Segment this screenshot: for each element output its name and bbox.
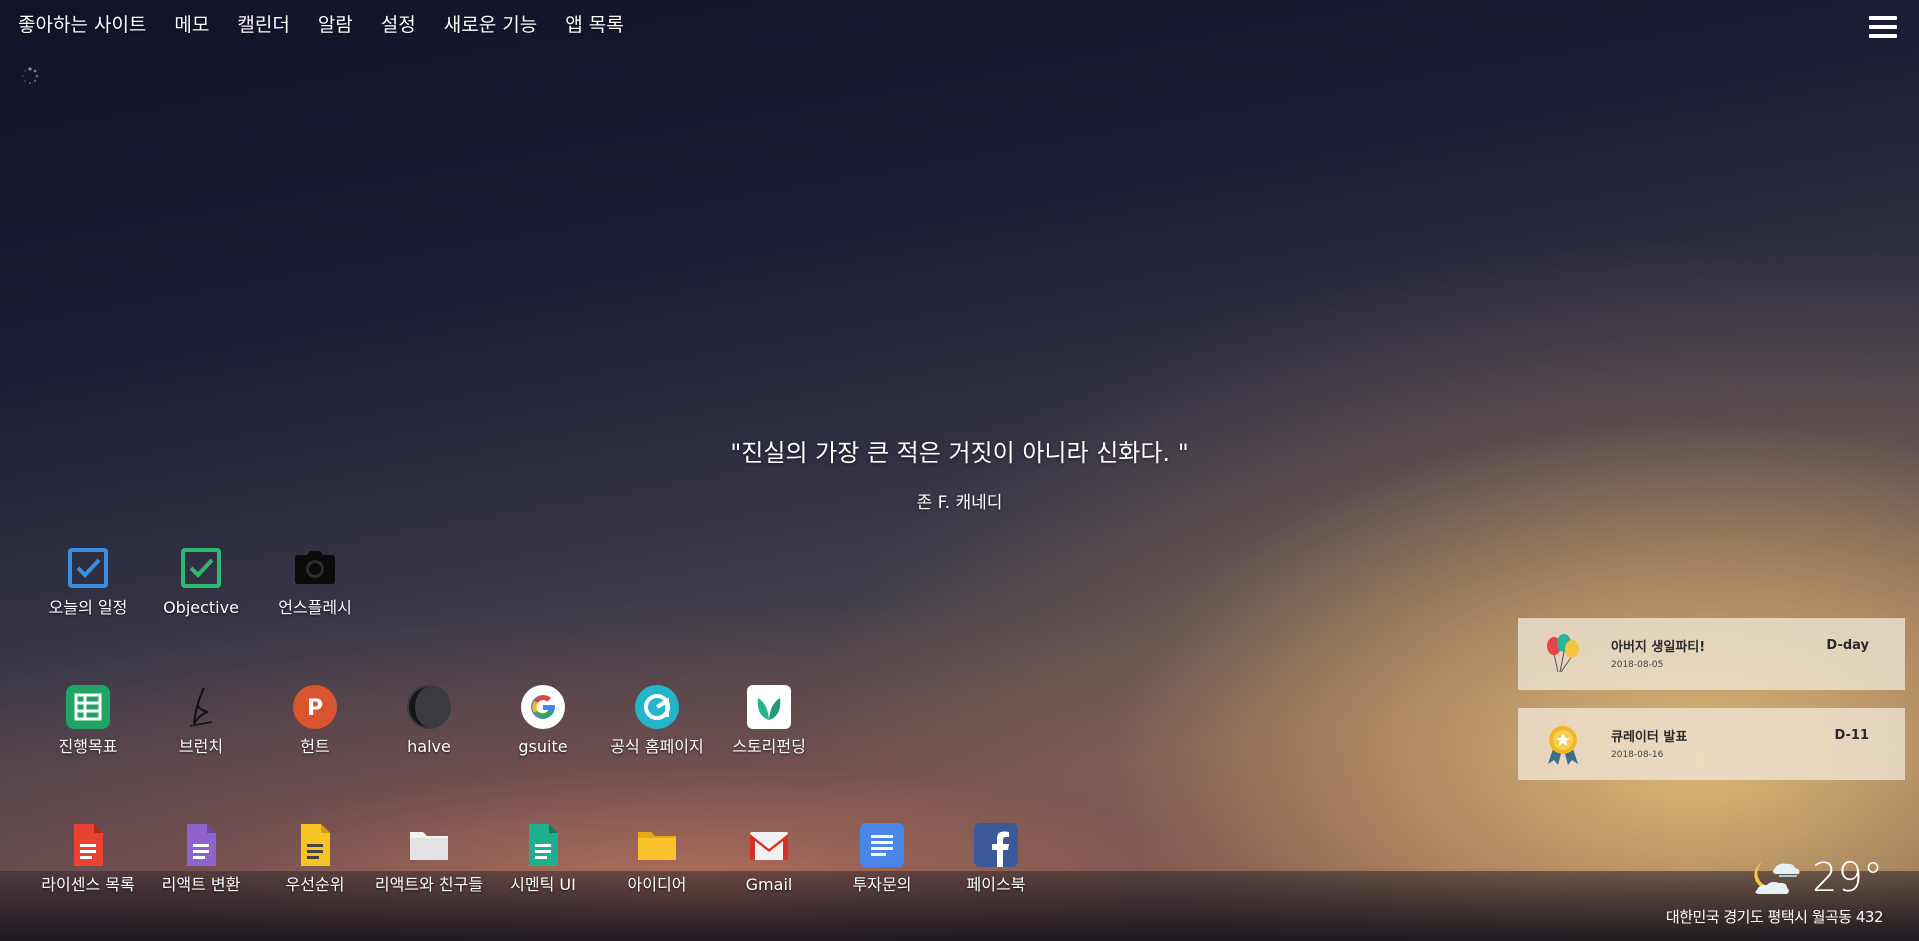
nav-calendar[interactable]: 캘린더 [237, 10, 289, 37]
storyfunding-leaf-icon [747, 685, 791, 729]
app-label: 페이스북 [966, 875, 1026, 894]
nav-alarm[interactable]: 알람 [318, 10, 353, 37]
quote-text: "진실의 가장 큰 적은 거짓이 아니라 신화다. " [730, 439, 1189, 467]
app-label: 공식 홈페이지 [610, 737, 704, 756]
folder-yellow-icon [638, 832, 676, 860]
app-label: 언스플레시 [278, 598, 352, 617]
app-priority[interactable]: 우선순위 [255, 822, 375, 896]
doc-green-icon [529, 824, 558, 866]
partly-cloudy-night-icon [1754, 862, 1800, 894]
app-label: 우선순위 [285, 875, 345, 894]
quote-author: 존 F. 캐네디 [916, 493, 1003, 513]
app-label: 스토리펀딩 [732, 737, 806, 756]
checkbox-green-icon [181, 548, 221, 588]
checkbox-blue-icon [68, 548, 108, 588]
app-facebook[interactable]: 페이스북 [936, 822, 1056, 896]
dday-card[interactable]: 큐레이터 발표 2018-08-16 D-11 [1518, 708, 1905, 780]
balloons-icon [1547, 634, 1579, 673]
app-semantic-ui[interactable]: 시멘틱 UI [483, 822, 603, 896]
app-official-homepage[interactable]: 공식 홈페이지 [597, 684, 717, 758]
nav-new-features[interactable]: 새로운 기능 [444, 10, 537, 37]
dday-date: 2018-08-05 [1611, 660, 1664, 670]
app-today-schedule[interactable]: 오늘의 일정 [28, 545, 148, 619]
app-progress-goals[interactable]: 진행목표 [28, 684, 148, 758]
app-label: 헌트 [300, 737, 330, 756]
sheets-icon [66, 685, 110, 729]
doc-purple-icon [187, 824, 216, 866]
app-gmail[interactable]: Gmail [709, 822, 829, 896]
google-icon [521, 685, 565, 729]
weather-location: 대한민국 경기도 평택시 월곡동 432 [1665, 908, 1884, 926]
app-investment-inquiry[interactable]: 투자문의 [822, 822, 942, 896]
dday-count: D-day [1826, 638, 1869, 653]
app-storyfunding[interactable]: 스토리펀딩 [709, 684, 829, 758]
dday-title: 아버지 생일파티! [1611, 640, 1706, 655]
gmail-icon [750, 832, 788, 860]
nav-app-list[interactable]: 앱 목록 [565, 10, 623, 37]
app-halve[interactable]: halve [369, 684, 489, 758]
folder-white-icon [410, 832, 448, 860]
docs-blue-icon [860, 823, 904, 867]
homepage-icon [635, 685, 679, 729]
app-hunt[interactable]: P 헌트 [255, 684, 375, 758]
dday-date: 2018-08-16 [1611, 750, 1664, 760]
app-label: halve [407, 737, 451, 756]
dday-count: D-11 [1834, 728, 1869, 743]
app-ideas[interactable]: 아이디어 [597, 822, 717, 896]
award-ribbon-icon [1548, 726, 1578, 765]
svg-text:P: P [307, 696, 323, 721]
app-label: 투자문의 [852, 875, 912, 894]
nav-favorite-sites[interactable]: 좋아하는 사이트 [18, 10, 146, 37]
app-label: 리액트와 친구들 [374, 875, 484, 894]
app-react-convert[interactable]: 리액트 변환 [141, 822, 261, 896]
app-label: 오늘의 일정 [48, 598, 128, 617]
nav-memo[interactable]: 메모 [174, 10, 209, 37]
app-unsplash[interactable]: 언스플레시 [255, 545, 375, 619]
app-label: 아이디어 [627, 875, 687, 894]
app-label: Objective [163, 598, 239, 617]
dday-card[interactable]: 아버지 생일파티! 2018-08-05 D-day [1518, 618, 1905, 690]
app-label: 리액트 변환 [161, 875, 241, 894]
app-label: 브런치 [178, 737, 224, 756]
camera-icon [295, 551, 335, 584]
dday-title: 큐레이터 발표 [1611, 730, 1688, 745]
app-label: 시멘틱 UI [510, 875, 576, 894]
app-license-list[interactable]: 라이센스 목록 [28, 822, 148, 896]
brunch-pen-icon [189, 687, 213, 727]
loading-spinner-icon [22, 67, 39, 85]
doc-yellow-icon [301, 824, 330, 866]
doc-red-icon [74, 824, 103, 866]
facebook-icon [974, 823, 1018, 867]
app-label: 진행목표 [58, 737, 118, 756]
app-gsuite[interactable]: gsuite [483, 684, 603, 758]
hamburger-menu-icon[interactable] [1869, 16, 1897, 40]
top-nav: 좋아하는 사이트 메모 캘린더 알람 설정 새로운 기능 앱 목록 [18, 10, 624, 37]
app-react-and-friends[interactable]: 리액트와 친구들 [369, 822, 489, 896]
producthunt-icon: P [293, 685, 337, 729]
app-label: 라이센스 목록 [41, 875, 135, 894]
app-objective[interactable]: Objective [141, 545, 261, 619]
halve-moon-icon [407, 685, 451, 729]
app-brunch[interactable]: 브런치 [141, 684, 261, 758]
weather-widget[interactable]: 29° 대한민국 경기도 평택시 월곡동 432 [1665, 854, 1884, 927]
nav-settings[interactable]: 설정 [381, 10, 416, 37]
app-label: gsuite [518, 737, 568, 756]
weather-temperature: 29° [1812, 855, 1883, 901]
app-label: Gmail [745, 875, 793, 894]
